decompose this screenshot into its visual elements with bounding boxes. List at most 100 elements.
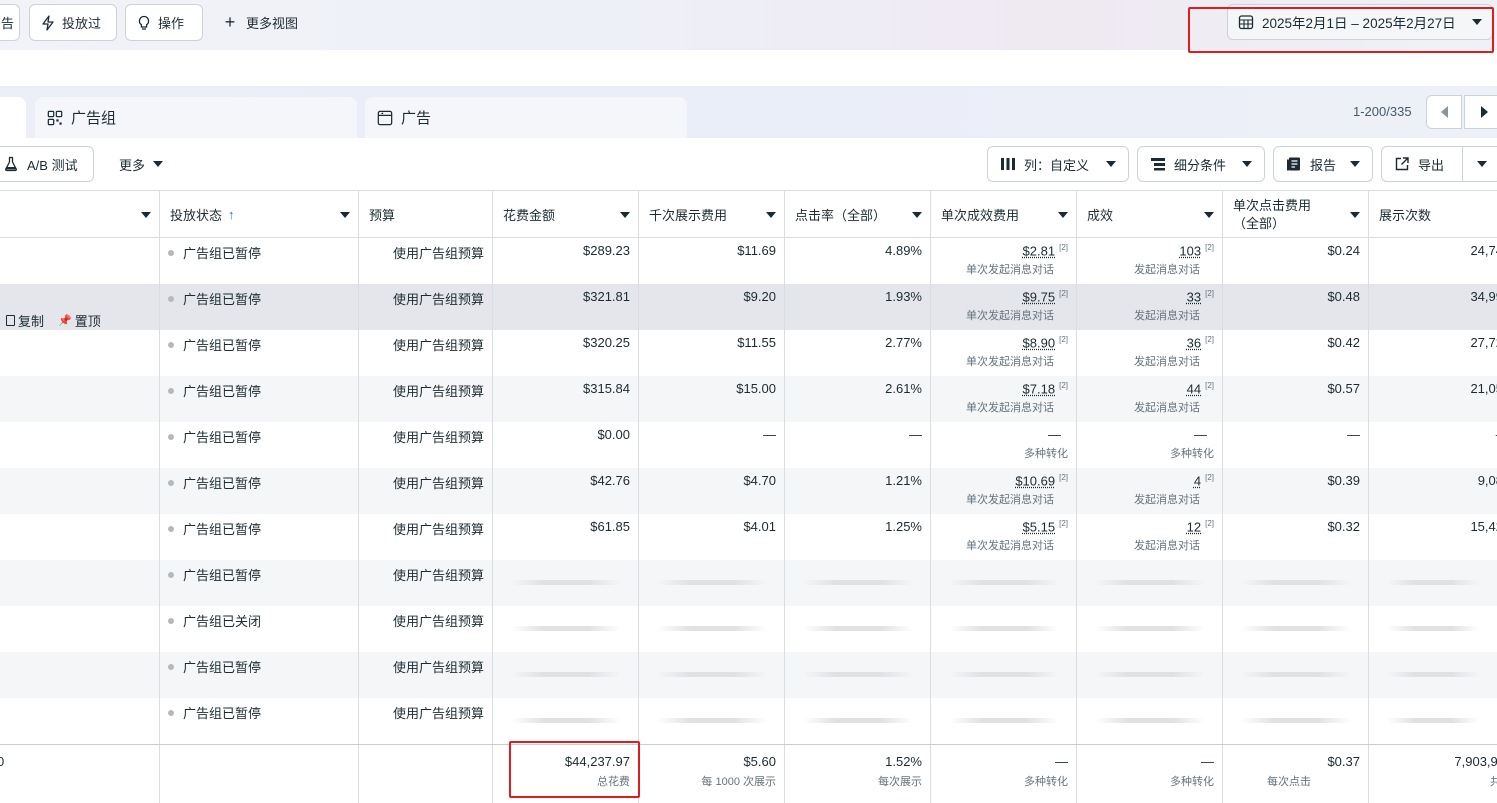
loading-placeholder	[1095, 626, 1205, 631]
column-header-budget[interactable]: 预算	[359, 191, 493, 238]
table-row[interactable]: 广告组已关闭 使用广告组预算	[0, 606, 1497, 652]
chevron-down-icon	[1106, 161, 1116, 167]
breakdown-button[interactable]: 细分条件	[1137, 146, 1265, 182]
actions-button[interactable]: 操作	[125, 4, 203, 41]
cpr-value[interactable]: $5.15	[1023, 519, 1056, 534]
chevron-down-icon[interactable]	[141, 212, 151, 218]
cpr-value[interactable]: $7.18	[1023, 381, 1056, 396]
table-row[interactable]: 广告组已暂停使用广告组预算$0.00———多种转化—多种转化—–	[0, 422, 1497, 468]
chevron-right-icon	[1481, 106, 1488, 118]
more-actions-button[interactable]: 更多	[106, 146, 178, 182]
copy-action[interactable]: 复制	[6, 311, 44, 330]
status-text: 广告组已关闭	[183, 611, 261, 630]
cell-cpc: $0.57	[1223, 376, 1369, 422]
status-text: 广告组已暂停	[183, 427, 261, 446]
tab-adset[interactable]: 广告组	[35, 97, 357, 138]
cell-status[interactable]: 广告组已暂停	[160, 376, 359, 422]
cell-status[interactable]: 广告组已暂停	[160, 560, 359, 606]
cell-results: 12 [2] 发起消息对话	[1077, 514, 1223, 560]
column-header-cpr-label: 单次成效费用	[941, 205, 1019, 224]
results-sub: 多种转化	[1085, 445, 1214, 461]
budget-text: 使用广告组预算	[393, 706, 484, 721]
column-header-name[interactable]	[0, 191, 160, 238]
column-header-status[interactable]: 投放状态 ↑	[160, 191, 359, 238]
report-button[interactable]: 报告	[1273, 146, 1373, 182]
export-button[interactable]: 导出	[1381, 146, 1463, 182]
cell-status[interactable]: 广告组已暂停	[160, 238, 359, 284]
cell-impr: 27,72	[1369, 330, 1497, 376]
table-row[interactable]: 广告组已暂停 使用广告组预算 $61.85 $4.01 1.25% $5.15 [2] 单次发…	[0, 514, 1497, 560]
column-header-cpc-label: 单次点击费用	[1233, 197, 1311, 215]
cell-status[interactable]: 广告组已暂停	[160, 422, 359, 468]
column-header-cpr[interactable]: 单次成效费用	[931, 191, 1077, 238]
cell-status[interactable]: 广告组已暂停	[160, 514, 359, 560]
results-value[interactable]: 44	[1187, 381, 1201, 396]
column-header-impressions[interactable]: 展示次数	[1369, 191, 1497, 238]
cpr-value[interactable]: $10.69	[1015, 473, 1055, 488]
results-value[interactable]: 103	[1179, 243, 1201, 258]
columns-button[interactable]: 列：自定义	[987, 146, 1129, 182]
column-header-status-label: 投放状态	[170, 205, 222, 224]
export-menu-button[interactable]	[1462, 146, 1497, 182]
chevron-down-icon[interactable]	[1350, 212, 1360, 218]
results-value[interactable]: 12	[1187, 519, 1201, 534]
column-header-spend[interactable]: 花费金额	[493, 191, 639, 238]
pin-action[interactable]: 📌 置顶	[58, 311, 101, 330]
column-header-cpm[interactable]: 千次展示费用	[639, 191, 785, 238]
cell-status[interactable]: 广告组已暂停	[160, 652, 359, 698]
cell-results	[1077, 698, 1223, 744]
pagination-next-button[interactable]	[1464, 95, 1497, 129]
chevron-down-icon[interactable]	[766, 212, 776, 218]
delivered-filter-button[interactable]: 投放过	[29, 4, 117, 41]
loading-placeholder	[803, 580, 913, 585]
chevron-down-icon[interactable]	[1204, 212, 1214, 218]
impressions-value: 34,99	[1470, 289, 1497, 304]
info-marker-icon: [2]	[1059, 289, 1068, 298]
chevron-down-icon[interactable]	[1058, 212, 1068, 218]
tab-ad[interactable]: 广告	[365, 97, 687, 138]
results-value[interactable]: 36	[1187, 335, 1201, 350]
more-views-button[interactable]: + 更多视图	[222, 4, 298, 41]
cell-status[interactable]: 广告组已暂停	[160, 468, 359, 514]
tab-campaign-cut[interactable]	[0, 97, 26, 138]
cell-status[interactable]: 广告组已暂停	[160, 330, 359, 376]
results-value[interactable]: 33	[1187, 289, 1201, 304]
chevron-down-icon[interactable]	[620, 212, 630, 218]
cpr-value[interactable]: $8.90	[1023, 335, 1056, 350]
copy-icon	[6, 315, 15, 326]
cell-cpr	[931, 698, 1077, 744]
table-row[interactable]: 广告组已暂停 使用广告组预算 $315.84 $15.00 2.61% $7.18 [2] 单…	[0, 376, 1497, 422]
table-row[interactable]: 广告组已暂停 使用广告组预算	[0, 698, 1497, 744]
loading-placeholder	[803, 718, 913, 723]
table-row[interactable]: 广告组已暂停 使用广告组预算 $320.25 $11.55 2.77% $8.90 [2] 单…	[0, 330, 1497, 376]
table-row[interactable]: 广告组已暂停 使用广告组预算 $42.76 $4.70 1.21% $10.69 [2] 单次…	[0, 468, 1497, 514]
cpr-value[interactable]: $2.81	[1023, 243, 1056, 258]
column-header-cpc[interactable]: 单次点击费用 （全部）	[1223, 191, 1369, 238]
cpr-value[interactable]: $9.75	[1023, 289, 1056, 304]
ab-test-button[interactable]: A/B 测试	[0, 146, 94, 182]
column-header-spend-label: 花费金额	[503, 205, 555, 224]
cell-ctr	[785, 560, 931, 606]
chevron-down-icon[interactable]	[340, 212, 350, 218]
results-value[interactable]: 4	[1194, 473, 1201, 488]
toolbar-cut-button[interactable]: 告	[0, 4, 20, 41]
pagination-prev-button[interactable]	[1426, 95, 1462, 129]
loading-placeholder	[1241, 626, 1351, 631]
columns-icon	[1000, 156, 1016, 172]
cell-status[interactable]: 广告组已关闭	[160, 606, 359, 652]
cell-status[interactable]: 广告组已暂停	[160, 698, 359, 744]
results-sub: 发起消息对话	[1085, 399, 1214, 415]
chevron-down-icon[interactable]	[912, 212, 922, 218]
date-range-picker[interactable]: 2025年2月1日 – 2025年2月27日	[1227, 4, 1493, 40]
cell-spend	[493, 560, 639, 606]
column-header-results[interactable]: 成效	[1077, 191, 1223, 238]
cell-status[interactable]: 广告组已暂停	[160, 284, 359, 330]
table-row[interactable]: 广告组已暂停 使用广告组预算	[0, 560, 1497, 606]
table-row[interactable]: 广告组已暂停 使用广告组预算 $289.23 $11.69 4.89% $2.81 [2] 单…	[0, 238, 1497, 284]
table-row[interactable]: 复制 📌 置顶 广告组已暂停 使用广告组预算 $321.81 $9.20 1.93% $9.75…	[0, 284, 1497, 330]
plus-icon: +	[222, 15, 238, 31]
cpr-sub: 多种转化	[939, 445, 1068, 461]
column-header-ctr[interactable]: 点击率（全部）	[785, 191, 931, 238]
status-dot-icon	[168, 388, 174, 394]
table-row[interactable]: 广告组已暂停 使用广告组预算	[0, 652, 1497, 698]
